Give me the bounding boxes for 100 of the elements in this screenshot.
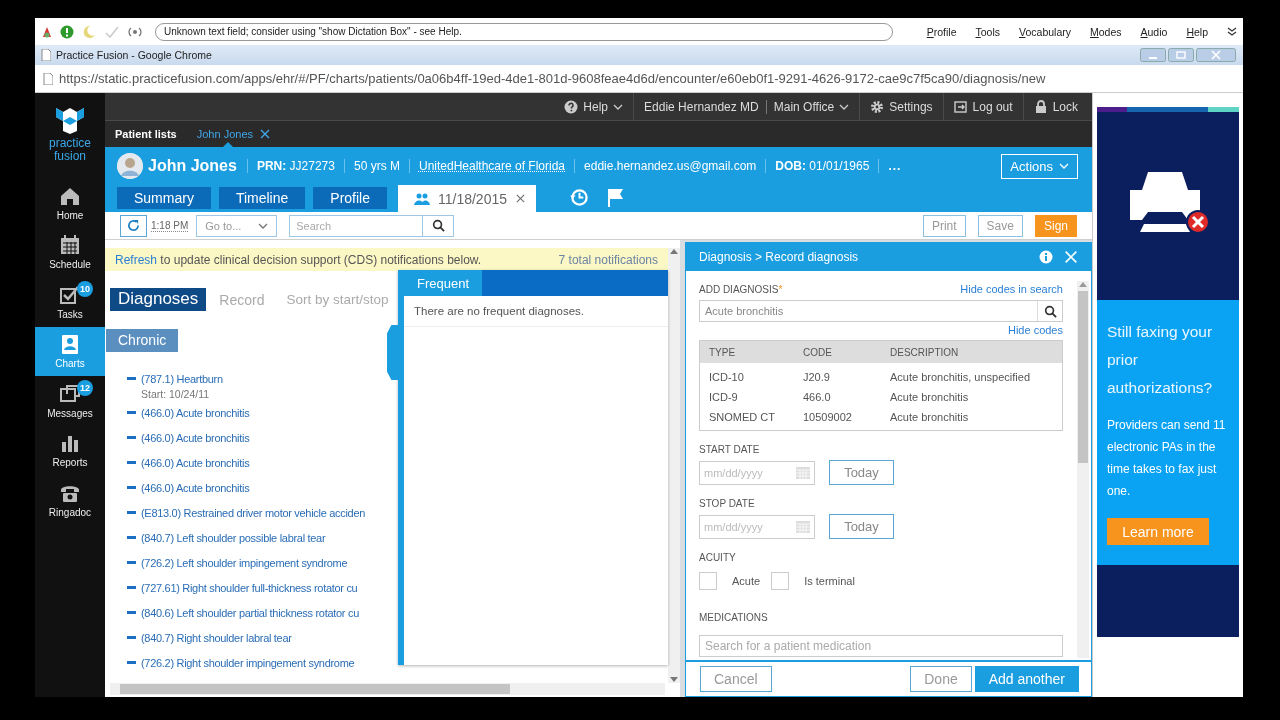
- today-button[interactable]: Today: [829, 514, 894, 539]
- column-header: TYPE: [709, 346, 737, 358]
- nav-item[interactable]: Charts: [35, 326, 105, 376]
- patient-name: John Jones: [148, 157, 237, 175]
- dialog-button[interactable]: Done: [910, 666, 972, 692]
- toolbar-button[interactable]: Save: [977, 214, 1023, 237]
- vertical-scrollbar[interactable]: [668, 248, 680, 683]
- field-label: ADD DIAGNOSIS*: [699, 284, 783, 295]
- diagnosis-link[interactable]: (E813.0) Restrained driver motor vehicle acciden: [141, 506, 366, 520]
- table-cell-text: ICD-9: [709, 391, 739, 403]
- scroll-up-icon[interactable]: [1079, 281, 1087, 287]
- checkbox-label: Is terminal: [804, 575, 855, 587]
- flag-icon[interactable]: [607, 188, 624, 207]
- menu-item[interactable]: Audio: [1140, 25, 1168, 38]
- history-icon[interactable]: [570, 188, 589, 207]
- nav-item[interactable]: Tasks 10: [35, 277, 105, 327]
- patient-tab[interactable]: John Jones: [196, 121, 271, 147]
- diagnosis-link[interactable]: (840.6) Left shoulder partial thickness rotator cu: [141, 606, 359, 620]
- provider-menu[interactable]: Eddie Hernandez MD Main Office: [633, 92, 860, 121]
- restore-icon[interactable]: [1168, 48, 1194, 62]
- scroll-up-icon[interactable]: [670, 248, 678, 254]
- chart-tab[interactable]: Profile: [313, 187, 387, 209]
- checkbox-label: Acute: [732, 575, 761, 587]
- address-bar-url[interactable]: https://static.practicefusion.com/apps/ehr/#/PF/charts/patients/0a06b4ff-19ed-4de1-801d-9608feae4d6d/encounter/e60eb0f1-9291-4626-9172-cae9c7f5ca90/diagnosis/new: [59, 71, 1046, 86]
- notification-count[interactable]: 7 total notifications: [558, 252, 658, 267]
- panel-handle[interactable]: [387, 325, 398, 380]
- group-label: Chronic: [106, 329, 179, 352]
- search-icon: [1043, 304, 1057, 318]
- insurance-link[interactable]: UnitedHealthcare of Florida: [408, 159, 575, 173]
- diagnosis-link[interactable]: (466.0) Acute bronchitis: [141, 456, 250, 470]
- diagnosis-link[interactable]: (466.0) Acute bronchitis: [141, 406, 250, 420]
- table-cell-text: 466.0: [803, 391, 832, 403]
- checkbox[interactable]: [771, 572, 790, 590]
- diagnosis-link[interactable]: (727.61) Right shoulder full-thickness rotator cu: [141, 581, 358, 595]
- refresh-icon: [127, 219, 140, 232]
- minimize-icon[interactable]: [1140, 48, 1166, 62]
- chart-tab[interactable]: 11/18/2015: [398, 185, 536, 212]
- ad-text: Providers can send 11 electronic PAs in the time takes to fax just one.: [1107, 417, 1227, 500]
- scroll-down-icon[interactable]: [670, 677, 678, 683]
- nav-item[interactable]: Messages 12: [35, 376, 105, 426]
- toolbar-button[interactable]: Print: [922, 214, 966, 237]
- nav-item[interactable]: Ringadoc: [35, 475, 105, 525]
- table-cell-text: Acute bronchitis, unspecified: [890, 371, 1032, 383]
- menu-item[interactable]: Help: [1186, 25, 1208, 38]
- lock-icon: [1033, 99, 1048, 114]
- table-cell-text: ICD-10: [709, 371, 745, 383]
- field-label: STOP DATE: [699, 498, 756, 509]
- nav-item[interactable]: Home: [35, 178, 105, 228]
- diagnosis-link[interactable]: (466.0) Acute bronchitis: [141, 481, 250, 495]
- more-button[interactable]: ...: [878, 159, 911, 173]
- checkbox[interactable]: [699, 572, 717, 590]
- help-icon: [564, 99, 579, 114]
- today-button[interactable]: Today: [829, 460, 894, 485]
- hide-codes-link[interactable]: Hide codes: [1007, 324, 1063, 336]
- caret-icon: [1059, 162, 1069, 170]
- menu-item[interactable]: Profile: [926, 25, 957, 38]
- chart-tab[interactable]: Summary: [117, 187, 211, 209]
- dialog-button[interactable]: Cancel: [700, 666, 772, 692]
- close-icon[interactable]: [1196, 48, 1236, 62]
- refresh-link[interactable]: Refresh: [115, 252, 158, 267]
- help-menu[interactable]: Help: [554, 92, 634, 121]
- patient-tab[interactable]: Patient lists: [115, 121, 177, 147]
- diagnosis-link[interactable]: (726.2) Left shoulder impingement syndrome: [141, 556, 348, 570]
- diagnosis-link[interactable]: (840.7) Left shoulder possible labral tear: [141, 531, 326, 545]
- diagnosis-link[interactable]: (466.0) Acute bronchitis: [141, 431, 250, 445]
- nav-item[interactable]: Schedule: [35, 227, 105, 277]
- diagnosis-search-field[interactable]: Acute bronchitis: [699, 300, 1063, 322]
- search-field[interactable]: Search: [289, 214, 424, 237]
- menu-item[interactable]: Vocabulary: [1019, 25, 1071, 38]
- chart-tab[interactable]: Timeline: [218, 187, 306, 209]
- hide-codes-in-search-link[interactable]: Hide codes in search: [960, 283, 1063, 295]
- actions-button[interactable]: Actions: [1001, 153, 1078, 179]
- caret-icon: [839, 102, 850, 111]
- search-button[interactable]: [423, 214, 455, 237]
- field-label: MEDICATIONS: [699, 612, 769, 623]
- dialog-button[interactable]: Add another: [974, 666, 1079, 692]
- settings-button[interactable]: Settings: [859, 92, 943, 121]
- goto-dropdown[interactable]: Go to...: [196, 214, 278, 237]
- chevron-icon[interactable]: [1227, 26, 1237, 37]
- table-cell-text: SNOMED CT: [709, 411, 776, 423]
- logout-button[interactable]: Log out: [942, 92, 1023, 121]
- diagnosis-link[interactable]: (840.7) Right shoulder labral tear: [141, 631, 292, 645]
- close-icon[interactable]: [259, 128, 271, 140]
- table-cell-text: Acute bronchitis: [890, 391, 970, 403]
- menu-item[interactable]: Modes: [1090, 25, 1122, 38]
- horizontal-scrollbar[interactable]: [110, 683, 665, 695]
- lock-button[interactable]: Lock: [1022, 92, 1088, 121]
- close-icon[interactable]: [515, 193, 526, 204]
- info-icon[interactable]: [1039, 250, 1053, 264]
- refresh-button[interactable]: [120, 214, 147, 237]
- diagnosis-link[interactable]: (787.1) Heartburn: [141, 372, 223, 386]
- page-icon: [41, 49, 51, 61]
- diagnoses-tab[interactable]: Diagnoses: [110, 288, 207, 311]
- menu-item[interactable]: Tools: [975, 25, 1000, 38]
- column-header: CODE: [803, 346, 833, 358]
- nav-item[interactable]: Reports: [35, 425, 105, 475]
- logo-text: practice fusion: [48, 137, 92, 163]
- vertical-scrollbar[interactable]: [1077, 281, 1089, 658]
- frequent-tab[interactable]: Frequent: [404, 270, 483, 296]
- diagnosis-link[interactable]: (726.2) Right shoulder impingement syndrome: [141, 656, 355, 670]
